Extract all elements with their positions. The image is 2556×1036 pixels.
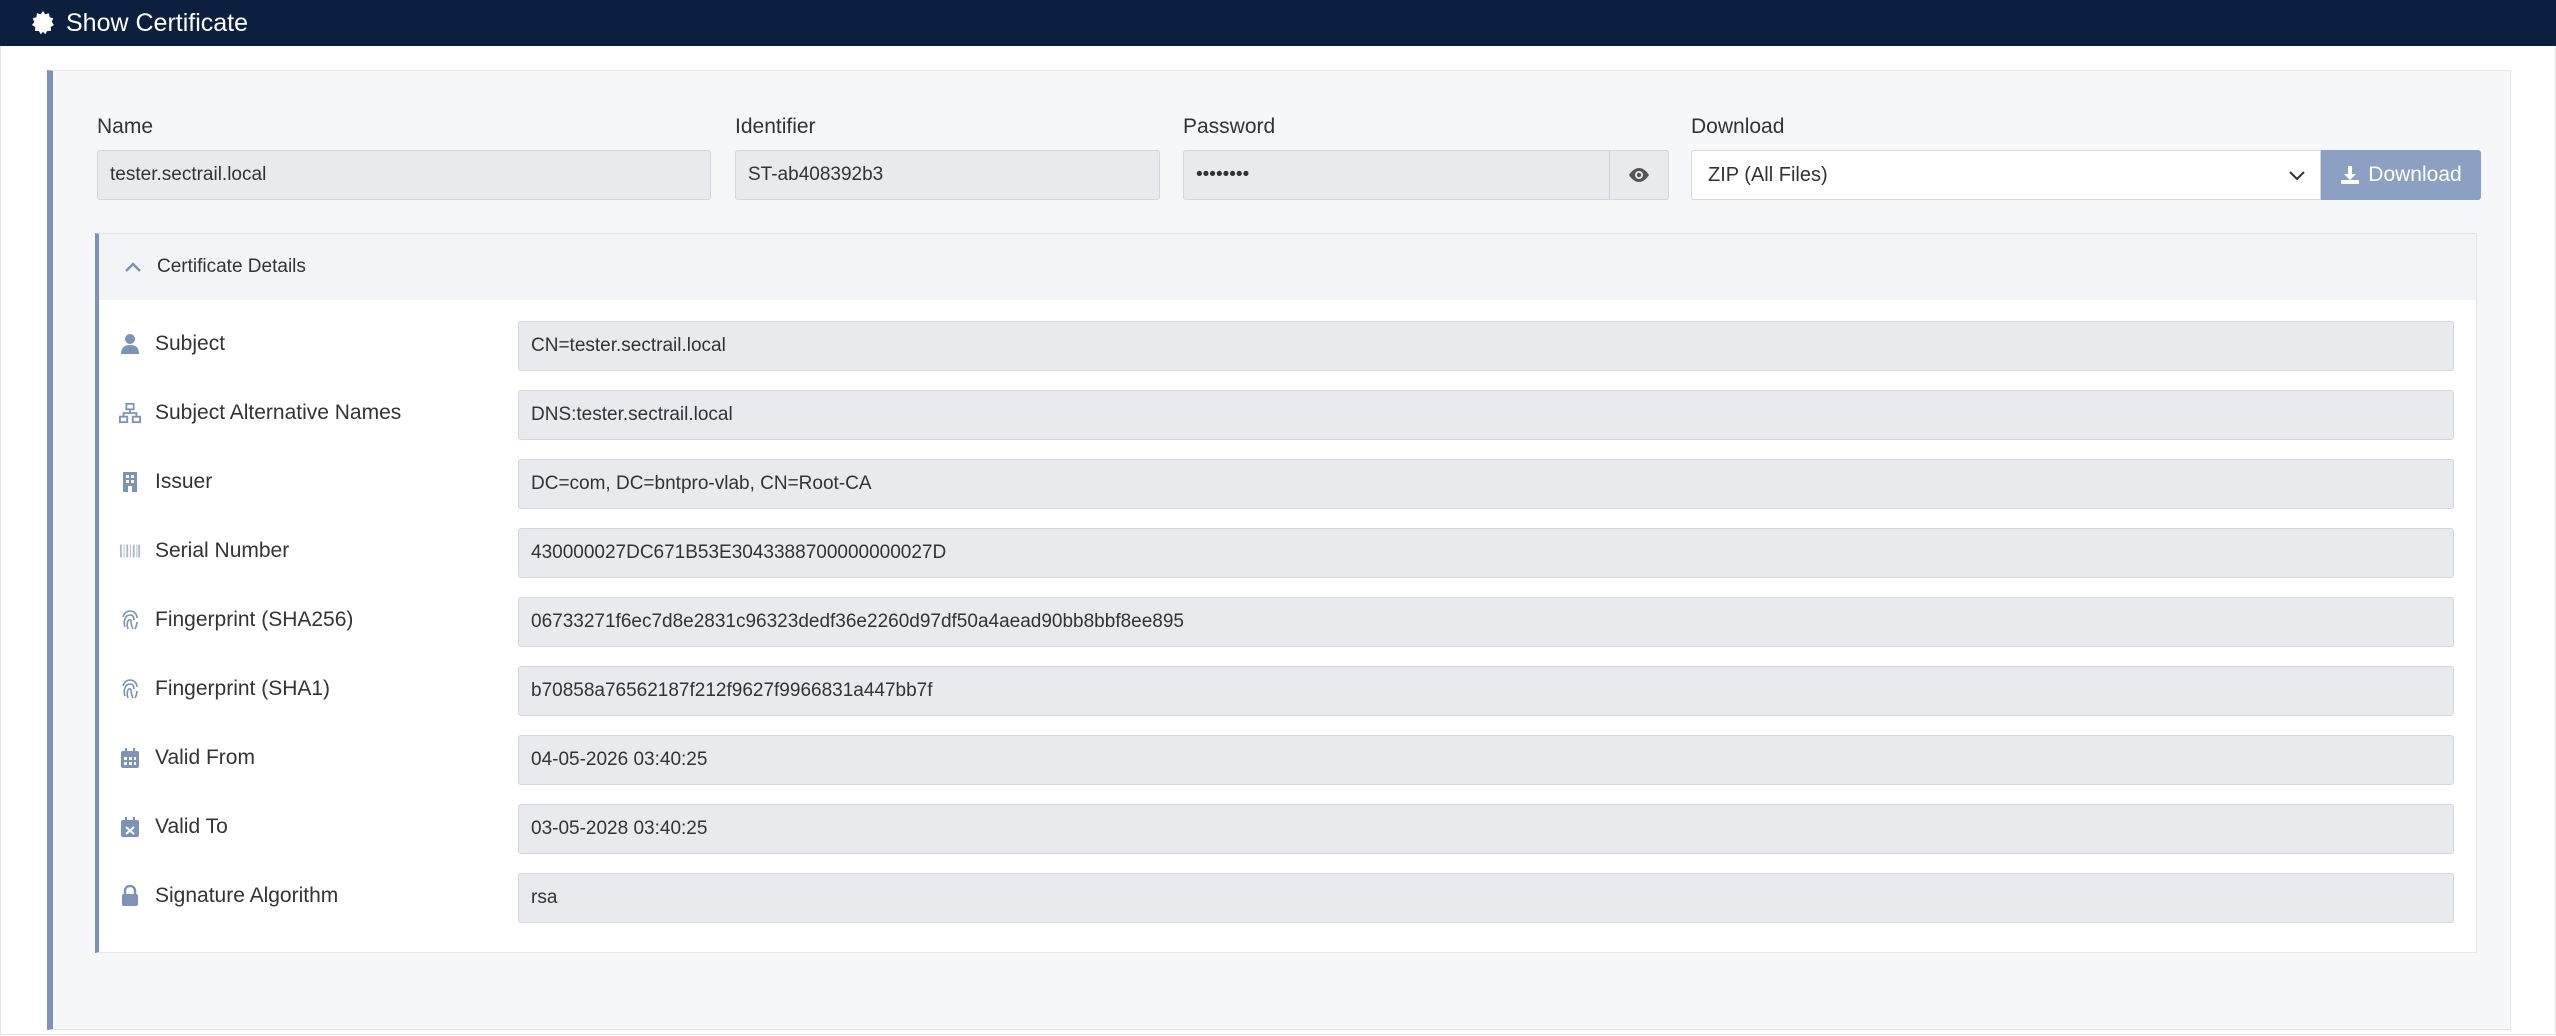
fingerprint-sha1-value[interactable]: b70858a76562187f212f9627f9966831a447bb7f [518,666,2454,716]
download-format-value: ZIP (All Files) [1708,163,1828,186]
valid-from-label: Valid From [119,746,255,770]
certificate-details-heading: Certificate Details [157,256,306,277]
serial-number-value[interactable]: 430000027DC671B53E3043388700000000027D [518,528,2454,578]
certificate-details-card: Certificate Details Subject CN=tester.se… [95,233,2477,953]
chevron-up-icon [123,260,143,274]
content-area: Name tester.sectrail.local Identifier ST… [0,46,2556,1035]
fingerprint-icon [119,678,141,700]
download-button[interactable]: Download [2321,150,2481,200]
building-icon [119,471,141,493]
san-label: Subject Alternative Names [119,401,401,425]
certificate-seal-icon [30,10,56,36]
serial-number-label: Serial Number [119,539,289,563]
chevron-down-icon [2288,166,2306,184]
download-format-select[interactable]: ZIP (All Files) [1691,150,2321,200]
password-field[interactable]: •••••••• [1183,150,1610,200]
name-label: Name [97,115,154,138]
lock-icon [119,885,141,907]
toggle-password-button[interactable] [1609,150,1669,200]
issuer-value[interactable]: DC=com, DC=bntpro-vlab, CN=Root-CA [518,459,2454,509]
issuer-label: Issuer [119,470,212,494]
download-icon [2340,165,2360,185]
password-label: Password [1183,115,1276,138]
valid-from-value[interactable]: 04-05-2026 03:40:25 [518,735,2454,785]
identifier-label: Identifier [735,115,816,138]
certificate-panel: Name tester.sectrail.local Identifier ST… [47,70,2511,1030]
page-title: Show Certificate [66,8,249,37]
fingerprint-sha1-label: Fingerprint (SHA1) [119,677,330,701]
signature-algorithm-label: Signature Algorithm [119,884,338,908]
valid-to-label: Valid To [119,815,228,839]
sitemap-icon [119,402,141,424]
subject-label: Subject [119,332,225,356]
fingerprint-sha256-label: Fingerprint (SHA256) [119,608,353,632]
identifier-field[interactable]: ST-ab408392b3 [735,150,1160,200]
download-button-label: Download [2368,163,2462,186]
eye-icon [1627,167,1651,183]
fingerprint-sha256-value[interactable]: 06733271f6ec7d8e2831c96323dedf36e2260d97… [518,597,2454,647]
fingerprint-icon [119,609,141,631]
name-field[interactable]: tester.sectrail.local [97,150,711,200]
subject-value[interactable]: CN=tester.sectrail.local [518,321,2454,371]
calendar-icon [119,747,141,769]
download-label: Download [1691,115,1785,138]
user-icon [119,333,141,355]
calendar-x-icon [119,816,141,838]
san-value[interactable]: DNS:tester.sectrail.local [518,390,2454,440]
signature-algorithm-value[interactable]: rsa [518,873,2454,923]
certificate-details-toggle[interactable]: Certificate Details [99,234,2476,300]
title-bar: Show Certificate [0,0,2556,46]
valid-to-value[interactable]: 03-05-2028 03:40:25 [518,804,2454,854]
barcode-icon [119,540,141,562]
